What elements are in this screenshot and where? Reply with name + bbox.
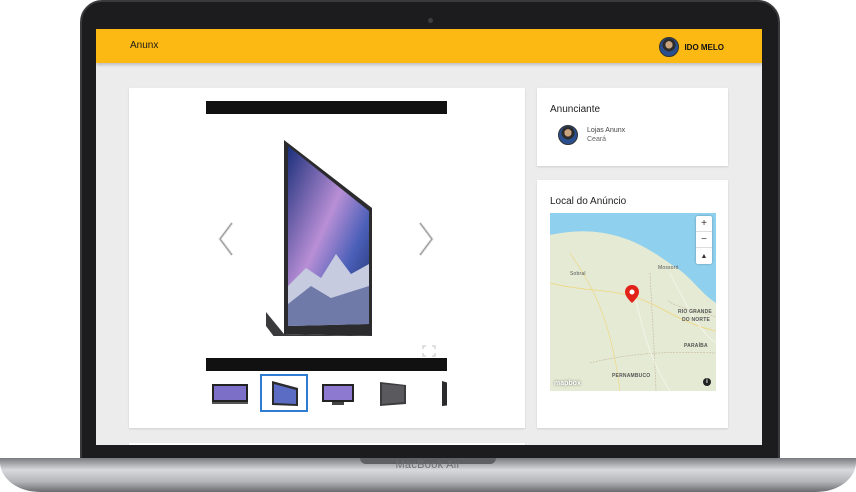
mapbox-logo[interactable]: mapbox xyxy=(554,380,581,387)
thumbnail-strip xyxy=(206,374,447,412)
map-label: DO NORTE xyxy=(682,317,710,323)
zoom-in-button[interactable]: + xyxy=(696,216,712,232)
map-label: PARAÍBA xyxy=(684,343,708,349)
location-card: Local do Anúncio RIO GRANDE DO NORTE PAR… xyxy=(537,180,728,428)
image-carousel[interactable] xyxy=(206,101,447,371)
advertiser-title: Anunciante xyxy=(550,104,601,115)
map-label: Mossoró xyxy=(658,265,679,271)
info-icon[interactable]: i xyxy=(703,378,711,386)
advertiser-card: Anunciante Lojas Anunx Ceará xyxy=(537,88,728,166)
previous-image-button[interactable] xyxy=(214,219,238,259)
user-name[interactable]: IDO MELO xyxy=(684,43,724,52)
carousel-bar-bottom xyxy=(206,358,447,371)
location-title: Local do Anúncio xyxy=(550,196,627,207)
user-menu[interactable]: IDO MELO xyxy=(659,37,724,57)
thumbnail[interactable] xyxy=(206,374,254,412)
description-card xyxy=(129,443,525,445)
thumbnail[interactable] xyxy=(368,374,416,412)
device-label: MacBook Air xyxy=(395,459,461,471)
map-label: Sobral xyxy=(570,271,586,277)
map-label: PERNAMBUCO xyxy=(612,373,651,379)
map-label: RIO GRANDE xyxy=(678,309,712,315)
thumbnail[interactable] xyxy=(314,374,362,412)
screen: Anunx IDO MELO Anunciante Lojas Anunx Ce… xyxy=(96,29,762,445)
camera-icon xyxy=(428,18,433,23)
carousel-bar-top xyxy=(206,101,447,114)
avatar[interactable] xyxy=(659,37,680,57)
thumbnail[interactable] xyxy=(422,374,447,412)
chevron-right-icon xyxy=(418,222,434,256)
zoom-out-button[interactable]: − xyxy=(696,232,712,248)
product-image xyxy=(266,136,376,342)
zoom-controls: + − ▲ xyxy=(696,216,712,264)
map[interactable]: RIO GRANDE DO NORTE PARAÍBA PERNAMBUCO M… xyxy=(550,213,716,391)
advertiser-name[interactable]: Lojas Anunx xyxy=(587,127,625,134)
fullscreen-icon[interactable] xyxy=(422,344,436,357)
tv-image xyxy=(266,140,372,342)
next-image-button[interactable] xyxy=(414,219,438,259)
product-card xyxy=(129,88,525,428)
thumbnail-active[interactable] xyxy=(260,374,308,412)
compass-button[interactable]: ▲ xyxy=(696,248,712,264)
chevron-left-icon xyxy=(218,222,234,256)
avatar xyxy=(558,125,578,145)
advertiser-region: Ceará xyxy=(587,136,607,143)
app-header: Anunx IDO MELO xyxy=(96,29,762,63)
location-marker-icon[interactable] xyxy=(625,285,639,303)
brand-logo[interactable]: Anunx xyxy=(130,40,158,51)
